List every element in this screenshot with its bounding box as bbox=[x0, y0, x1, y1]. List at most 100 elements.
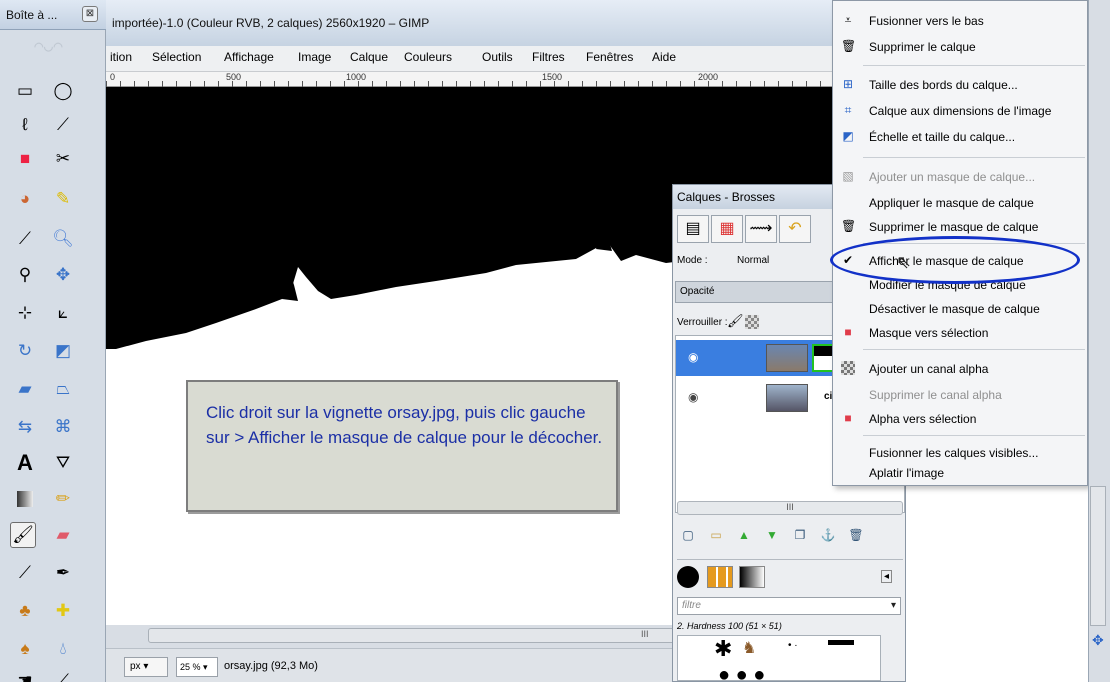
brush-hardness-icon[interactable] bbox=[828, 640, 854, 645]
tab-undo-icon[interactable]: ↶ bbox=[779, 215, 811, 243]
zoom-select[interactable]: 25 % ▾ bbox=[176, 657, 218, 677]
new-group-icon[interactable]: ▭ bbox=[705, 525, 727, 545]
measure-icon[interactable]: ⚲ bbox=[12, 262, 38, 288]
new-layer-icon[interactable]: ▢ bbox=[677, 525, 699, 545]
menu-item-merge-down[interactable]: ⩡ Fusionner vers le bas bbox=[833, 9, 1087, 33]
horizontal-ruler[interactable]: 0 500 1000 1500 2000 bbox=[106, 72, 842, 87]
perspective-icon[interactable]: ⏢ bbox=[50, 376, 76, 402]
scissors-icon[interactable]: ✂ bbox=[50, 146, 76, 172]
close-icon[interactable]: ⊠ bbox=[82, 6, 98, 22]
tab-channels-icon[interactable]: ▦ bbox=[711, 215, 743, 243]
color-picker-icon[interactable]: ⟋ bbox=[12, 226, 38, 252]
blur-icon[interactable]: 💧︎ bbox=[50, 636, 76, 662]
clone-icon[interactable]: ♣ bbox=[12, 598, 38, 624]
menu-windows[interactable]: Fenêtres bbox=[586, 50, 633, 64]
menu-item-apply-layer-mask[interactable]: Appliquer le masque de calque bbox=[833, 191, 1087, 215]
menu-edit[interactable]: ition bbox=[110, 50, 132, 64]
menu-item-layer-to-image-size[interactable]: ⌗ Calque aux dimensions de l'image bbox=[833, 99, 1087, 123]
ellipse-select-icon[interactable]: ◯ bbox=[50, 78, 76, 104]
blend-icon[interactable] bbox=[12, 486, 38, 512]
pencil-icon[interactable]: ✏ bbox=[50, 486, 76, 512]
menu-item-mask-to-selection[interactable]: ■ Masque vers sélection bbox=[833, 321, 1087, 345]
menu-item-label: Ajouter un canal alpha bbox=[869, 362, 989, 376]
layer-list-scrollbar[interactable]: III bbox=[677, 501, 903, 515]
rotate-icon[interactable]: ↻ bbox=[12, 338, 38, 364]
menu-item-disable-layer-mask[interactable]: Désactiver le masque de calque bbox=[833, 297, 1087, 321]
bucket-fill-icon[interactable]: ⛛ bbox=[50, 450, 76, 476]
free-select-icon[interactable]: ℓ bbox=[12, 112, 38, 138]
menu-filters[interactable]: Filtres bbox=[532, 50, 565, 64]
eye-icon[interactable]: ◉ bbox=[688, 390, 698, 404]
menu-selection[interactable]: Sélection bbox=[152, 50, 201, 64]
rect-select-icon[interactable]: ▭ bbox=[12, 78, 38, 104]
unit-select[interactable]: px ▾ bbox=[124, 657, 168, 677]
menu-image[interactable]: Image bbox=[298, 50, 331, 64]
brush-dots-icon[interactable]: • · bbox=[788, 640, 798, 651]
airbrush-icon[interactable]: ⟋ bbox=[12, 560, 38, 586]
layer-thumbnail[interactable] bbox=[766, 344, 808, 372]
tab-gradients-icon[interactable] bbox=[739, 566, 765, 588]
horizontal-scrollbar[interactable]: III bbox=[148, 628, 708, 643]
mode-select[interactable]: Normal bbox=[737, 255, 769, 266]
menu-help[interactable]: Aide bbox=[652, 50, 676, 64]
window-titlebar[interactable]: importée)-1.0 (Couleur RVB, 2 calques) 2… bbox=[106, 0, 842, 46]
layer-thumbnail[interactable] bbox=[766, 384, 808, 412]
crop-icon[interactable]: ⟀ bbox=[50, 300, 76, 326]
menu-item-alpha-to-selection[interactable]: ■ Alpha vers sélection bbox=[833, 407, 1087, 431]
menu-item-add-alpha-channel[interactable]: Ajouter un canal alpha bbox=[833, 357, 1087, 381]
toolbox-titlebar[interactable]: Boîte à ... ⊠ bbox=[0, 0, 106, 30]
dodge-icon[interactable]: ⟋ bbox=[50, 668, 76, 682]
menu-item-flatten-image[interactable]: Aplatir l'image bbox=[833, 461, 1087, 485]
menu-item-remove-alpha-channel[interactable]: Supprimer le canal alpha bbox=[833, 383, 1087, 407]
scrollbar-grip[interactable]: III bbox=[641, 629, 649, 639]
flip-icon[interactable]: ⇆ bbox=[12, 414, 38, 440]
fuzzy-select-icon[interactable]: ⟋ bbox=[50, 112, 76, 138]
menu-item-delete-layer[interactable]: 🗑︎ Supprimer le calque bbox=[833, 35, 1087, 59]
chevron-down-icon[interactable]: ▾ bbox=[891, 600, 896, 611]
menu-item-layer-boundary-size[interactable]: ⊞ Taille des bords du calque... bbox=[833, 73, 1087, 97]
vertical-scrollbar[interactable] bbox=[1090, 486, 1106, 626]
raise-layer-icon[interactable]: ▲ bbox=[733, 525, 755, 545]
ink-icon[interactable]: ✒ bbox=[50, 560, 76, 586]
menu-view[interactable]: Affichage bbox=[224, 50, 274, 64]
brush-filter-input[interactable]: filtre ▾ bbox=[677, 597, 901, 615]
color-select-icon[interactable]: ■ bbox=[12, 146, 38, 172]
duplicate-layer-icon[interactable]: ❐ bbox=[789, 525, 811, 545]
menu-layer[interactable]: Calque bbox=[350, 50, 388, 64]
scale-icon[interactable]: ◩ bbox=[50, 338, 76, 364]
heal-icon[interactable]: ✚ bbox=[50, 598, 76, 624]
perspective-clone-icon[interactable]: ♠ bbox=[12, 636, 38, 662]
shear-icon[interactable]: ▰ bbox=[12, 376, 38, 402]
smudge-icon[interactable]: ☚ bbox=[12, 668, 38, 682]
menu-colors[interactable]: Couleurs bbox=[404, 50, 452, 64]
brush-star-icon[interactable]: ✱ bbox=[714, 636, 732, 662]
align-icon[interactable]: ⊹ bbox=[12, 300, 38, 326]
paths-icon[interactable]: ✎ bbox=[50, 186, 76, 212]
menu-tools[interactable]: Outils bbox=[482, 50, 513, 64]
scrollbar-grip[interactable]: III bbox=[786, 502, 794, 512]
eraser-icon[interactable]: ▰ bbox=[50, 522, 76, 548]
anchor-icon[interactable]: ⚓ bbox=[817, 525, 839, 545]
tab-menu-icon[interactable]: ◂ bbox=[881, 570, 893, 583]
cage-transform-icon[interactable]: ⌘ bbox=[50, 414, 76, 440]
text-tool-icon[interactable]: A bbox=[12, 450, 38, 476]
lower-layer-icon[interactable]: ▼ bbox=[761, 525, 783, 545]
brush-round-icon[interactable]: ● ● ● bbox=[718, 664, 765, 682]
paintbrush-icon[interactable]: 🖌︎ bbox=[10, 522, 36, 548]
zoom-icon[interactable]: 🔍︎ bbox=[50, 226, 76, 252]
tab-patterns-icon[interactable] bbox=[707, 566, 733, 588]
eye-icon[interactable]: ◉ bbox=[688, 350, 698, 364]
tab-brushes-icon[interactable] bbox=[677, 566, 699, 588]
tab-layers-icon[interactable]: ▤ bbox=[677, 215, 709, 243]
brush-grid[interactable]: ✱ ♞ • · ● ● ● bbox=[677, 635, 881, 682]
move-icon[interactable]: ✥ bbox=[50, 262, 76, 288]
menu-item-add-layer-mask[interactable]: ▧ Ajouter un masque de calque... bbox=[833, 165, 1087, 189]
tab-paths-icon[interactable]: ⟿ bbox=[745, 215, 777, 243]
navigate-icon[interactable]: ✥ bbox=[1092, 632, 1104, 649]
foreground-select-icon[interactable]: ◕ bbox=[12, 186, 38, 212]
brush-pepper-icon[interactable]: ♞ bbox=[742, 638, 756, 658]
lock-pixels-icon[interactable]: 🖌︎ bbox=[727, 313, 744, 329]
delete-layer-icon[interactable]: 🗑︎ bbox=[845, 525, 867, 545]
lock-alpha-icon[interactable] bbox=[745, 315, 759, 329]
menu-item-scale-layer[interactable]: ◩ Échelle et taille du calque... bbox=[833, 125, 1087, 149]
